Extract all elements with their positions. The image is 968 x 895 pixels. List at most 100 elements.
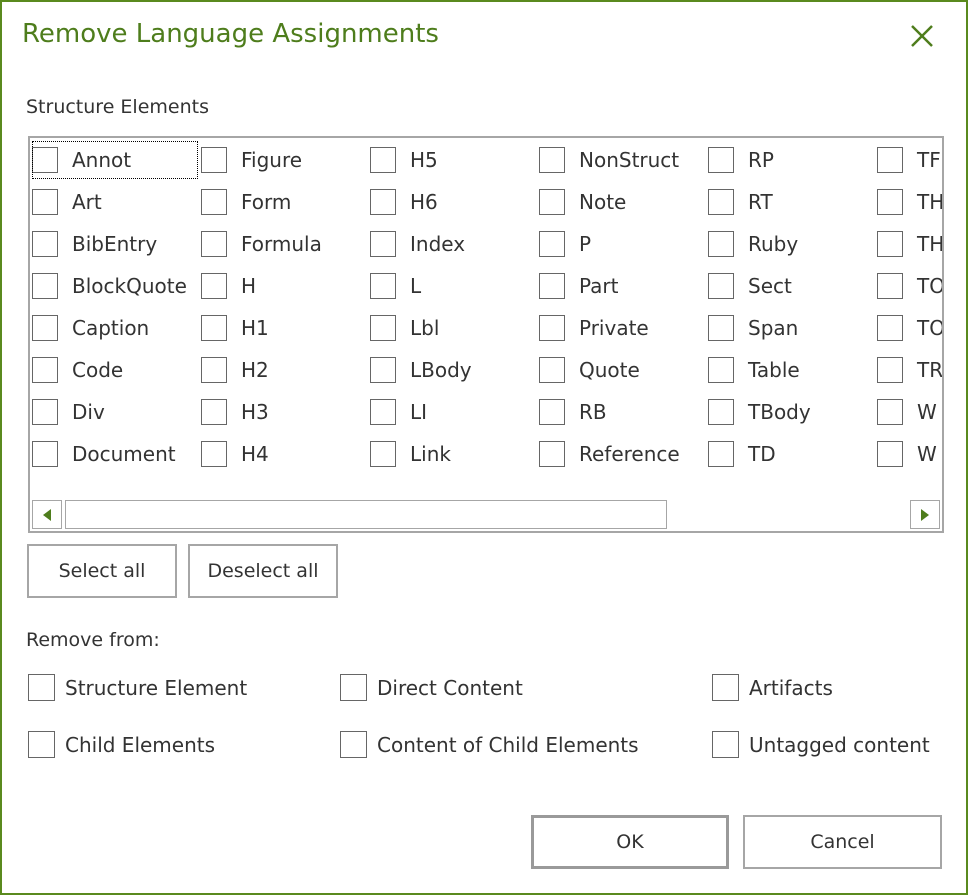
structure-element-item[interactable]: Document — [32, 435, 198, 473]
structure-element-item[interactable]: TH — [877, 183, 942, 221]
structure-element-checkbox[interactable] — [877, 399, 903, 425]
structure-element-checkbox[interactable] — [32, 189, 58, 215]
structure-element-checkbox[interactable] — [201, 273, 227, 299]
structure-element-checkbox[interactable] — [370, 441, 396, 467]
structure-element-checkbox[interactable] — [201, 147, 227, 173]
structure-element-checkbox[interactable] — [32, 273, 58, 299]
structure-element-checkbox[interactable] — [708, 147, 734, 173]
structure-element-item[interactable]: Reference — [539, 435, 705, 473]
structure-element-checkbox[interactable] — [370, 147, 396, 173]
horizontal-scrollbar[interactable] — [32, 500, 942, 530]
structure-element-checkbox[interactable] — [539, 357, 565, 383]
structure-element-item[interactable]: H2 — [201, 351, 367, 389]
structure-element-item[interactable]: Span — [708, 309, 874, 347]
content-of-child-elements-checkbox[interactable] — [340, 731, 367, 758]
structure-element-checkbox[interactable] — [708, 399, 734, 425]
structure-element-checkbox[interactable] — [28, 674, 55, 701]
structure-element-item[interactable]: Note — [539, 183, 705, 221]
untagged-content-checkbox[interactable] — [712, 731, 739, 758]
structure-element-checkbox[interactable] — [32, 441, 58, 467]
structure-element-checkbox[interactable] — [370, 231, 396, 257]
structure-element-checkbox[interactable] — [539, 315, 565, 341]
structure-element-item[interactable]: Table — [708, 351, 874, 389]
ok-button[interactable]: OK — [531, 815, 729, 869]
structure-element-item[interactable]: Annot — [32, 141, 198, 179]
structure-element-item[interactable]: Lbl — [370, 309, 536, 347]
structure-element-item[interactable]: RT — [708, 183, 874, 221]
artifacts-checkbox[interactable] — [712, 674, 739, 701]
option-untagged-content[interactable]: Untagged content — [712, 731, 930, 758]
structure-element-item[interactable]: TR — [877, 351, 942, 389]
structure-element-checkbox[interactable] — [877, 189, 903, 215]
structure-element-checkbox[interactable] — [201, 189, 227, 215]
structure-element-checkbox[interactable] — [539, 441, 565, 467]
structure-element-item[interactable]: Private — [539, 309, 705, 347]
structure-element-checkbox[interactable] — [32, 315, 58, 341]
scroll-left-button[interactable] — [32, 500, 62, 529]
direct-content-checkbox[interactable] — [340, 674, 367, 701]
structure-element-item[interactable]: L — [370, 267, 536, 305]
cancel-button[interactable]: Cancel — [743, 815, 942, 869]
structure-element-item[interactable]: W — [877, 435, 942, 473]
option-content-of-child-elements[interactable]: Content of Child Elements — [340, 731, 639, 758]
close-button[interactable] — [902, 16, 942, 56]
structure-element-checkbox[interactable] — [539, 273, 565, 299]
structure-element-item[interactable]: NonStruct — [539, 141, 705, 179]
structure-element-item[interactable]: W — [877, 393, 942, 431]
structure-element-checkbox[interactable] — [539, 231, 565, 257]
structure-element-item[interactable]: TF — [877, 141, 942, 179]
structure-elements-list[interactable]: Annot Art BibEntry BlockQuote Caption Code Div… — [28, 136, 944, 533]
structure-element-checkbox[interactable] — [370, 357, 396, 383]
structure-element-item[interactable]: TO — [877, 267, 942, 305]
structure-element-checkbox[interactable] — [370, 273, 396, 299]
structure-element-checkbox[interactable] — [370, 189, 396, 215]
structure-element-item[interactable]: TD — [708, 435, 874, 473]
scrollbar-thumb[interactable] — [65, 500, 667, 529]
structure-element-checkbox[interactable] — [32, 231, 58, 257]
option-structure-element[interactable]: Structure Element — [28, 674, 247, 701]
child-elements-checkbox[interactable] — [28, 731, 55, 758]
structure-element-item[interactable]: Div — [32, 393, 198, 431]
structure-element-checkbox[interactable] — [32, 357, 58, 383]
structure-element-checkbox[interactable] — [201, 231, 227, 257]
structure-element-checkbox[interactable] — [708, 189, 734, 215]
structure-element-checkbox[interactable] — [877, 231, 903, 257]
structure-element-checkbox[interactable] — [877, 273, 903, 299]
structure-element-item[interactable]: H1 — [201, 309, 367, 347]
structure-element-checkbox[interactable] — [32, 399, 58, 425]
structure-element-checkbox[interactable] — [877, 441, 903, 467]
option-artifacts[interactable]: Artifacts — [712, 674, 833, 701]
structure-element-item[interactable]: Formula — [201, 225, 367, 263]
structure-element-item[interactable]: P — [539, 225, 705, 263]
structure-element-item[interactable]: Index — [370, 225, 536, 263]
structure-element-item[interactable]: Link — [370, 435, 536, 473]
structure-element-checkbox[interactable] — [877, 147, 903, 173]
structure-element-item[interactable]: H — [201, 267, 367, 305]
structure-element-item[interactable]: Quote — [539, 351, 705, 389]
structure-element-checkbox[interactable] — [877, 315, 903, 341]
structure-element-item[interactable]: RP — [708, 141, 874, 179]
structure-element-item[interactable]: LI — [370, 393, 536, 431]
structure-element-item[interactable]: Ruby — [708, 225, 874, 263]
structure-element-item[interactable]: Caption — [32, 309, 198, 347]
structure-element-checkbox[interactable] — [708, 441, 734, 467]
structure-element-checkbox[interactable] — [708, 273, 734, 299]
structure-element-checkbox[interactable] — [708, 357, 734, 383]
structure-element-item[interactable]: Part — [539, 267, 705, 305]
structure-element-checkbox[interactable] — [370, 315, 396, 341]
structure-element-item[interactable]: H3 — [201, 393, 367, 431]
option-direct-content[interactable]: Direct Content — [340, 674, 523, 701]
structure-element-item[interactable]: RB — [539, 393, 705, 431]
structure-element-checkbox[interactable] — [201, 315, 227, 341]
structure-element-item[interactable]: Figure — [201, 141, 367, 179]
structure-element-item[interactable]: TBody — [708, 393, 874, 431]
structure-element-item[interactable]: BlockQuote — [32, 267, 198, 305]
structure-element-checkbox[interactable] — [708, 315, 734, 341]
structure-element-item[interactable]: TO — [877, 309, 942, 347]
scroll-right-button[interactable] — [910, 500, 940, 529]
structure-element-checkbox[interactable] — [370, 399, 396, 425]
structure-element-checkbox[interactable] — [539, 189, 565, 215]
structure-element-item[interactable]: BibEntry — [32, 225, 198, 263]
structure-element-checkbox[interactable] — [201, 441, 227, 467]
structure-element-item[interactable]: Form — [201, 183, 367, 221]
